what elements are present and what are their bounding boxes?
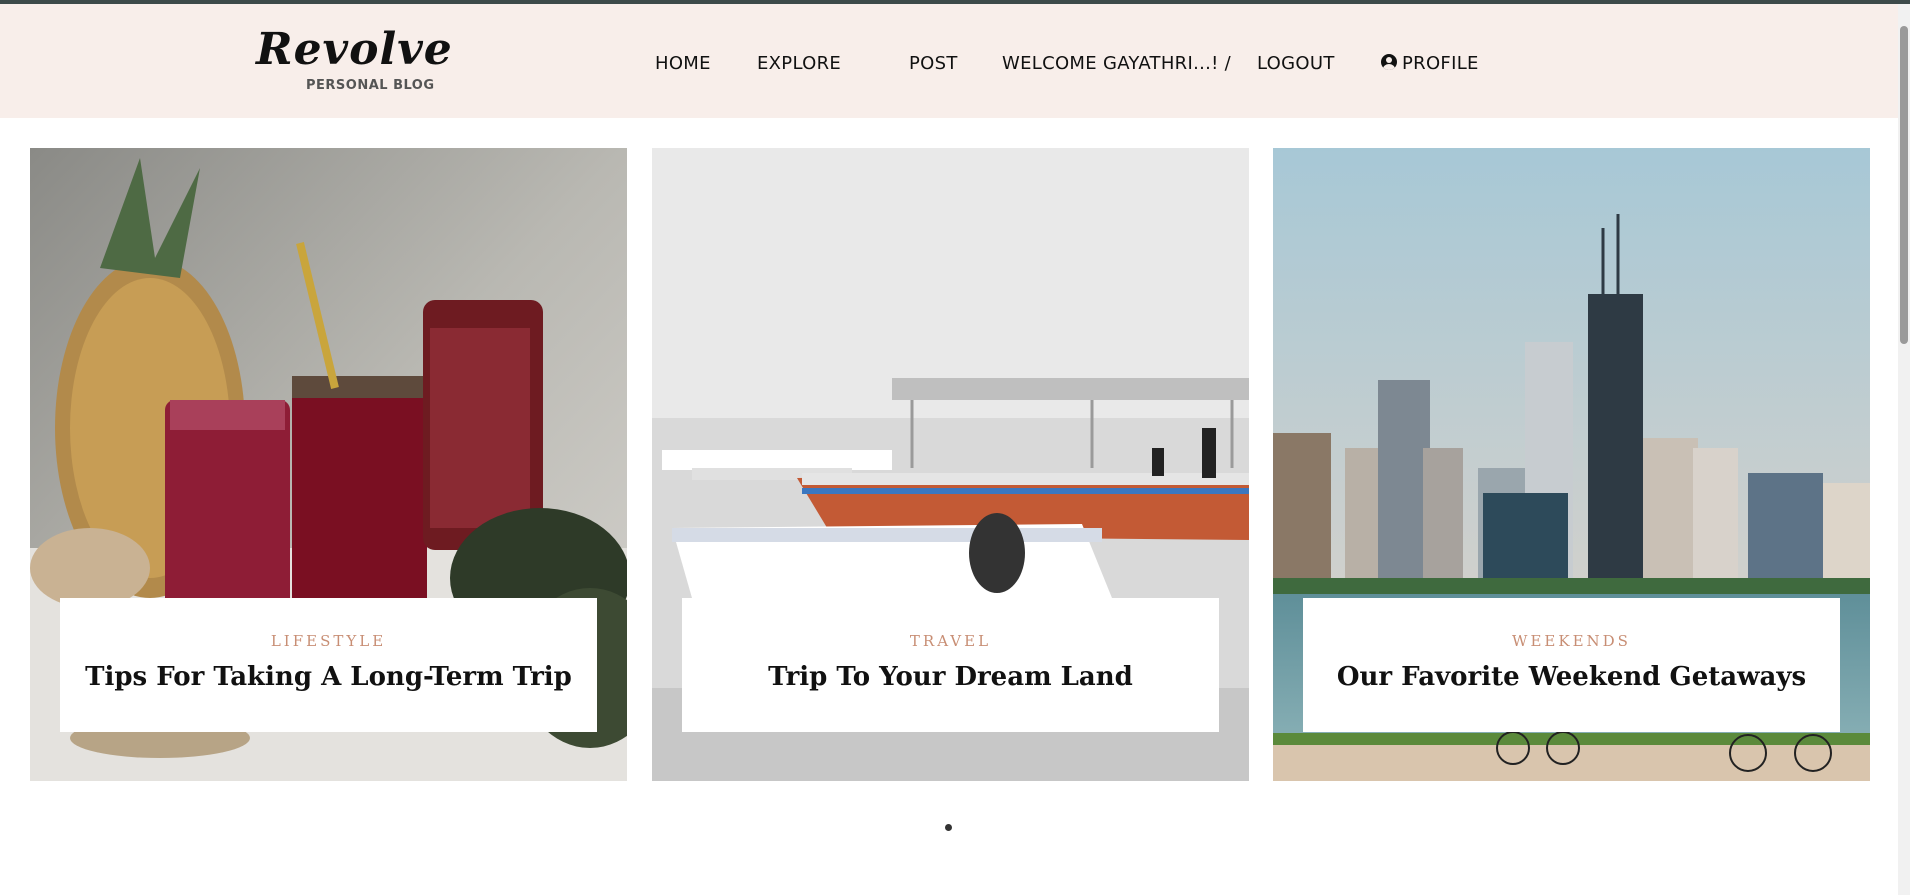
slide-category[interactable]: LIFESTYLE [60, 632, 597, 650]
scrollbar-thumb[interactable] [1900, 26, 1908, 344]
nav-home[interactable]: HOME [655, 53, 711, 74]
welcome-message: WELCOME GAYATHRI...! / [1002, 53, 1232, 74]
nav-profile-label: PROFILE [1402, 53, 1479, 74]
site-logo[interactable]: Revolve PERSONAL BLOG [256, 24, 456, 104]
page-scrollbar[interactable] [1898, 4, 1910, 895]
featured-slide-lifestyle[interactable]: LIFESTYLE Tips For Taking A Long-Term Tr… [30, 148, 627, 781]
slide-category[interactable]: WEEKENDS [1303, 632, 1840, 650]
slide-title[interactable]: Our Favorite Weekend Getaways [1303, 662, 1840, 692]
slide-title[interactable]: Trip To Your Dream Land [682, 662, 1219, 692]
featured-slide-travel[interactable]: TRAVEL Trip To Your Dream Land [652, 148, 1249, 781]
nav-profile[interactable]: PROFILE [1381, 53, 1479, 74]
slide-caption: WEEKENDS Our Favorite Weekend Getaways [1303, 598, 1840, 732]
carousel-pagination [945, 824, 955, 834]
nav-post[interactable]: POST [909, 53, 958, 74]
slide-category[interactable]: TRAVEL [682, 632, 1219, 650]
nav-logout[interactable]: LOGOUT [1257, 53, 1335, 74]
user-circle-icon [1381, 54, 1397, 70]
slide-caption: TRAVEL Trip To Your Dream Land [682, 598, 1219, 732]
nav-explore[interactable]: EXPLORE [757, 53, 841, 74]
featured-slide-weekends[interactable]: WEEKENDS Our Favorite Weekend Getaways [1273, 148, 1870, 781]
logo-tagline: PERSONAL BLOG [306, 78, 435, 93]
slide-caption: LIFESTYLE Tips For Taking A Long-Term Tr… [60, 598, 597, 732]
carousel-dot-active[interactable] [945, 824, 952, 831]
slide-title[interactable]: Tips For Taking A Long-Term Trip [60, 662, 597, 692]
logo-wordmark: Revolve [256, 24, 453, 75]
site-header: Revolve PERSONAL BLOG HOME EXPLORE POST … [0, 4, 1898, 118]
